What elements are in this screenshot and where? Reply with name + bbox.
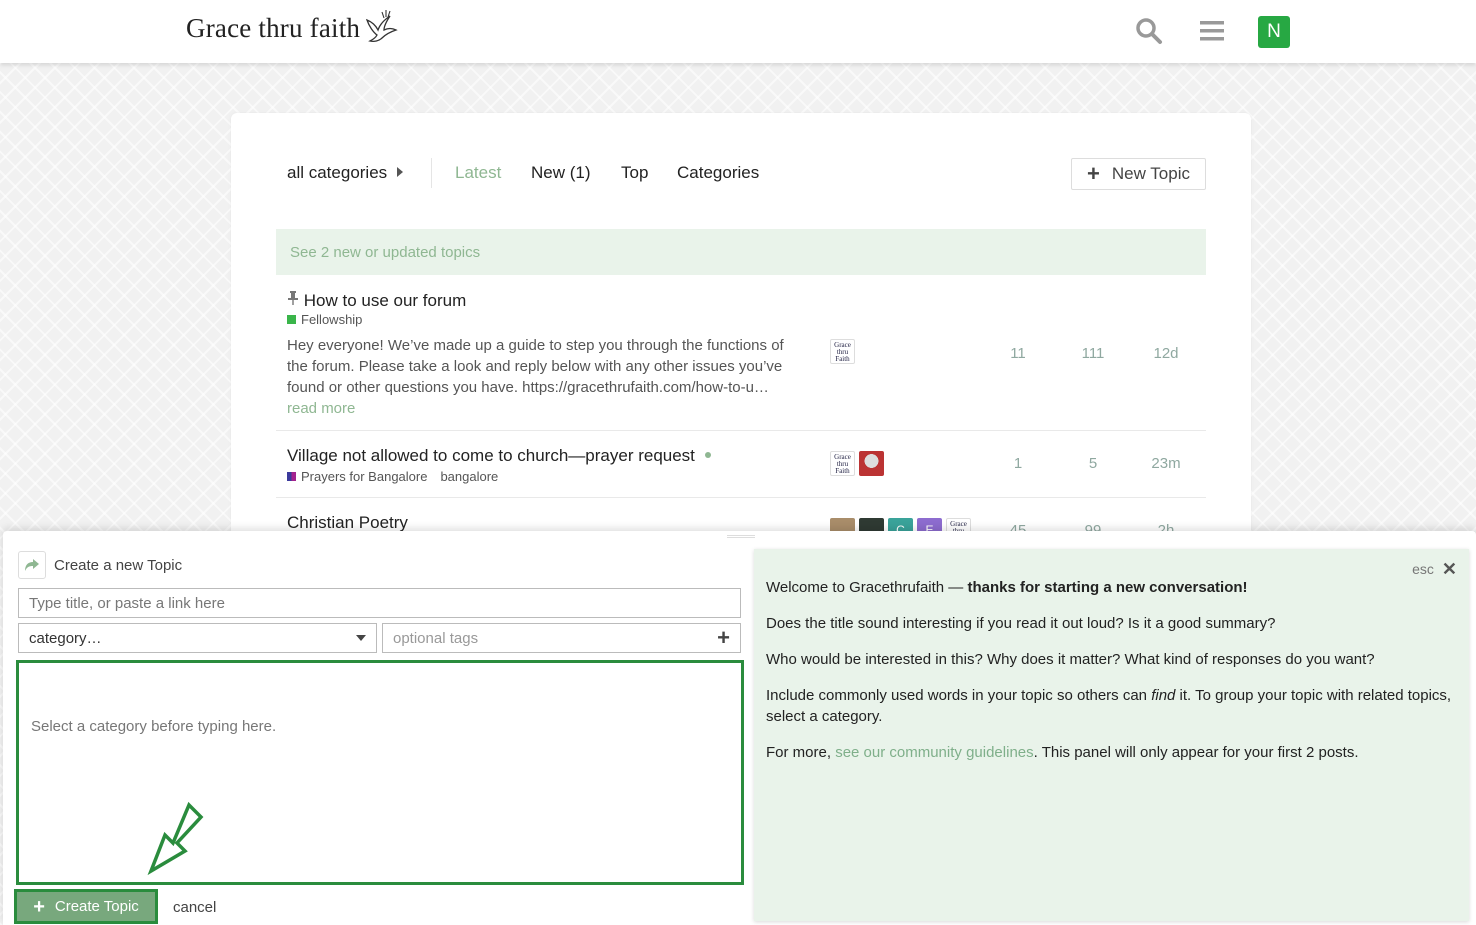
help-line: Does the title sound interesting if you … xyxy=(766,615,1276,632)
topic-nav: all categories Latest New (1) Top Catego… xyxy=(276,153,1206,193)
new-topic-label: New Topic xyxy=(1111,164,1190,183)
view-count: 111 xyxy=(1081,345,1105,362)
plus-icon: + xyxy=(33,895,45,918)
help-text: For more, xyxy=(766,744,836,761)
topic-category[interactable]: Prayers for Bangalore bangalore xyxy=(287,469,498,484)
annotation-arrow-icon xyxy=(143,801,207,877)
poster-avatar[interactable] xyxy=(859,451,884,476)
create-topic-label: Create Topic xyxy=(54,898,139,915)
topic-tag[interactable]: bangalore xyxy=(440,469,498,484)
avatar-label: Grace thru Faith xyxy=(834,453,851,475)
topic-title[interactable]: Christian Poetry xyxy=(287,513,408,533)
topic-list-card: all categories Latest New (1) Top Catego… xyxy=(231,113,1251,553)
read-more-link[interactable]: read more xyxy=(287,400,355,417)
view-count: 5 xyxy=(1088,455,1098,472)
create-topic-button[interactable]: + Create Topic xyxy=(14,889,158,924)
tab-new[interactable]: New (1) xyxy=(531,163,591,183)
reply-count: 11 xyxy=(1010,345,1026,362)
close-help-button[interactable]: esc ✕ xyxy=(1412,559,1457,580)
poster-avatar[interactable]: Grace thru Faith xyxy=(830,339,855,364)
excerpt-text: Hey everyone! We’ve made up a guide to s… xyxy=(287,337,784,396)
activity-time[interactable]: 23m xyxy=(1136,455,1196,472)
topic-row: How to use our forum Fellowship Hey ever… xyxy=(276,275,1206,431)
composer-help-panel: esc ✕ Welcome to Gracethrufaith — thanks… xyxy=(754,549,1469,921)
tags-input[interactable]: optional tags + xyxy=(382,623,741,653)
site-logo[interactable]: Grace thru faith xyxy=(186,8,398,48)
tags-placeholder: optional tags xyxy=(393,629,479,647)
help-welcome-text: Welcome to Gracethrufaith — xyxy=(766,579,968,596)
topic-excerpt: Hey everyone! We’ve made up a guide to s… xyxy=(287,335,792,419)
editor-placeholder: Select a category before typing here. xyxy=(31,718,277,735)
avatar-label: Grace thru Faith xyxy=(834,341,851,363)
pin-icon xyxy=(287,290,299,310)
category-select[interactable]: category… xyxy=(18,623,377,653)
close-label: esc xyxy=(1412,561,1434,577)
reply-count: 1 xyxy=(1013,455,1023,472)
help-text: . This panel will only appear for your f… xyxy=(1033,744,1359,761)
help-welcome: Welcome to Gracethrufaith — thanks for s… xyxy=(766,577,1457,598)
composer-resize-grip[interactable] xyxy=(727,535,755,538)
topic-title-text: Village not allowed to come to church—pr… xyxy=(287,446,695,465)
composer-editor[interactable]: Select a category before typing here. xyxy=(16,660,744,885)
activity-time[interactable]: 12d xyxy=(1136,345,1196,362)
search-icon[interactable] xyxy=(1132,14,1166,48)
cancel-link[interactable]: cancel xyxy=(173,899,216,916)
composer-action: Create a new Topic xyxy=(18,551,182,579)
topic-category[interactable]: Fellowship xyxy=(287,312,362,327)
help-line: Include commonly used words in your topi… xyxy=(766,685,1457,727)
topic-row: Village not allowed to come to church—pr… xyxy=(276,431,1206,498)
logo-text: Grace thru faith xyxy=(186,12,361,43)
site-header: Grace thru faith N xyxy=(0,0,1476,63)
new-topics-banner[interactable]: See 2 new or updated topics xyxy=(276,229,1206,275)
composer-panel: Create a new Topic category… optional ta… xyxy=(3,531,1476,925)
help-emphasis: find xyxy=(1151,687,1176,704)
help-line: Who would be interested in this? Why doe… xyxy=(766,651,1375,668)
unread-dot xyxy=(704,452,711,458)
user-avatar[interactable]: N xyxy=(1258,16,1290,48)
category-color-badge xyxy=(287,315,296,324)
topic-title[interactable]: Village not allowed to come to church—pr… xyxy=(287,446,711,466)
composer-action-dropdown[interactable] xyxy=(18,551,46,579)
share-icon xyxy=(25,559,39,571)
new-topic-button[interactable]: + New Topic xyxy=(1071,158,1206,190)
category-name: Fellowship xyxy=(301,312,363,327)
topic-title-input[interactable] xyxy=(18,588,741,618)
category-name: Prayers for Bangalore xyxy=(301,469,428,484)
dove-icon xyxy=(364,8,398,49)
help-welcome-bold: thanks for starting a new conversation! xyxy=(967,579,1248,596)
add-tag-icon[interactable]: + xyxy=(717,625,730,651)
topic-title[interactable]: How to use our forum xyxy=(287,290,466,311)
tab-latest[interactable]: Latest xyxy=(455,163,501,183)
tab-categories[interactable]: Categories xyxy=(677,163,759,183)
caret-right-icon xyxy=(397,167,404,177)
nav-divider xyxy=(431,158,432,188)
guidelines-link[interactable]: see our community guidelines xyxy=(835,744,1033,761)
category-dropdown[interactable]: all categories xyxy=(287,163,404,183)
category-select-value: category… xyxy=(29,629,102,647)
help-line: For more, see our community guidelines. … xyxy=(766,742,1457,763)
close-icon: ✕ xyxy=(1441,559,1457,579)
chevron-down-icon xyxy=(356,635,366,641)
category-color-badge xyxy=(287,472,296,481)
poster-avatar[interactable]: Grace thru Faith xyxy=(830,451,855,476)
category-dropdown-label: all categories xyxy=(287,163,388,182)
tab-top[interactable]: Top xyxy=(621,163,648,183)
hamburger-icon[interactable] xyxy=(1195,14,1229,48)
plus-icon: + xyxy=(1087,161,1100,186)
topic-title-text: How to use our forum xyxy=(303,291,467,310)
composer-action-title: Create a new Topic xyxy=(54,556,183,574)
help-text: Include commonly used words in your topi… xyxy=(766,687,1152,704)
